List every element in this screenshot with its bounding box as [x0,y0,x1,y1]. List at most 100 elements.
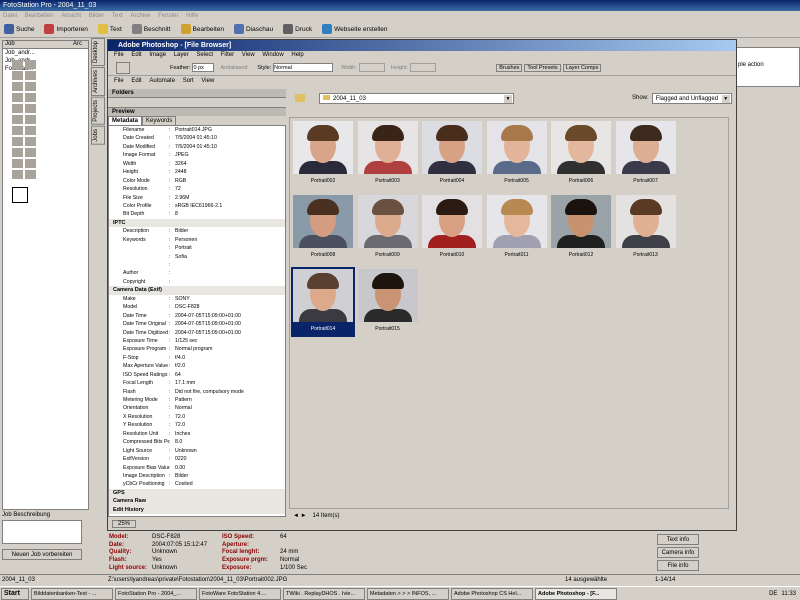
ps-menu-help[interactable]: Help [291,52,303,58]
marquee-icon[interactable] [12,60,23,69]
print-button[interactable]: Druck [283,24,312,34]
crop-tool-icon[interactable] [12,82,23,91]
thumbnail[interactable]: Portrait004 [420,119,484,189]
fb-menu-automate[interactable]: Automate [149,78,175,84]
brush-icon[interactable] [25,93,36,102]
thumbnail[interactable]: Portrait007 [614,119,678,189]
thumbnail[interactable]: Portrait014 [291,267,355,337]
palette-tab-brushes[interactable]: Brushes [496,63,523,72]
menu-bearbeiten[interactable]: Bearbeiten [25,13,54,19]
width-input[interactable] [358,63,385,72]
zoom-icon[interactable] [25,170,36,179]
menu-hilfe[interactable]: Hilfe [186,13,198,19]
menu-bilder[interactable]: Bilder [89,13,104,19]
hand-icon[interactable] [12,170,23,179]
new-job-button[interactable]: Neuen Job vorbereiten [2,549,82,560]
pen-icon[interactable] [12,148,23,157]
menu-datei[interactable]: Datei [3,13,17,19]
ps-menu-edit[interactable]: Edit [131,52,141,58]
eyedropper-icon[interactable] [25,159,36,168]
ps-menu-select[interactable]: Select [196,52,213,58]
marquee-tool-icon[interactable] [116,61,130,74]
import-button[interactable]: Importeren [44,24,88,34]
fb-menu-file[interactable]: File [114,78,124,84]
fb-menu-sort[interactable]: Sort [183,78,194,84]
thumbnail[interactable]: Portrait010 [420,193,484,263]
menu-archive[interactable]: Archive [130,13,150,19]
metadata-section[interactable]: GPS [109,488,285,498]
ps-menu-window[interactable]: Window [262,52,283,58]
thumbnail[interactable]: Portrait012 [549,193,613,263]
taskbar-item[interactable]: Metadaten > > > INFOS, ... [367,587,449,600]
edit-button[interactable]: Bearbeiten [180,24,224,34]
thumbnail[interactable]: Portrait005 [485,119,549,189]
thumbnail[interactable]: Portrait008 [291,193,355,263]
path-select-icon[interactable] [12,137,23,146]
taskbar-item-active[interactable]: Adobe Photoshop - [F... [535,587,617,600]
blur-icon[interactable] [12,126,23,135]
job-row[interactable]: Job_andr... [3,49,88,57]
tab-keywords[interactable]: Keywords [142,116,177,125]
ps-menu-layer[interactable]: Layer [174,52,189,58]
move-icon[interactable] [25,60,36,69]
folder-select[interactable]: 2004_11_03 ▼ [319,92,514,104]
metadata-section[interactable]: Edit History [109,505,285,515]
tab-jobs[interactable]: Jobs [91,125,105,145]
slideshow-button[interactable]: Diaschau [234,24,273,34]
col-job[interactable]: Job [3,41,73,48]
antialiased-checkbox[interactable]: Antialiased [220,65,247,71]
thumbnail[interactable]: Portrait009 [356,193,420,263]
preview-panel-header[interactable]: Preview [108,107,286,116]
show-select[interactable]: Flagged and Unflagged ▼ [651,92,732,104]
feather-input[interactable]: 0 px [192,63,215,72]
menu-ansicht[interactable]: Ansicht [61,13,81,19]
metadata-section[interactable]: IPTC [109,218,285,228]
dodge-icon[interactable] [25,126,36,135]
fb-menu-edit[interactable]: Edit [131,78,141,84]
col-arc[interactable]: Arc [73,41,82,48]
up-folder-icon[interactable] [295,94,305,102]
magic-wand-icon[interactable] [25,71,36,80]
taskbar-item[interactable]: FotoStation Pro - 2004_... [115,587,197,600]
type-icon[interactable] [25,137,36,146]
notes-icon[interactable] [12,159,23,168]
search-button[interactable]: Suche [4,24,34,34]
taskbar-item[interactable]: Adobe Photoshop CS Hel... [451,587,533,600]
slice-icon[interactable] [25,82,36,91]
palette-tab-tool-presets[interactable]: Tool Presets [524,63,561,72]
taskbar-item[interactable]: FotoWare FotoStation 4.... [199,587,281,600]
height-input[interactable] [410,63,437,72]
thumbnail[interactable]: Portrait015 [356,267,420,337]
file-info-button[interactable]: File info [657,560,699,571]
eraser-icon[interactable] [12,115,23,124]
camera-info-button[interactable]: Camera info [657,547,699,558]
style-select[interactable]: Normal [273,63,334,72]
taskbar-item[interactable]: Bilddatenbanken-Test - ... [31,587,113,600]
healing-icon[interactable] [12,93,23,102]
ps-menu-filter[interactable]: Filter [221,52,234,58]
ps-menu-view[interactable]: View [242,52,255,58]
web-button[interactable]: Webseite erstellen [322,24,387,34]
start-button[interactable]: Start [1,587,29,600]
gradient-icon[interactable] [25,115,36,124]
menu-text[interactable]: Text [112,13,123,19]
language-indicator[interactable]: DE [769,591,777,597]
text-info-button[interactable]: Text info [657,534,699,545]
crop-button[interactable]: Beschnitt [131,24,171,34]
stamp-icon[interactable] [12,104,23,113]
thumbnail[interactable]: Portrait002 [291,119,355,189]
metadata-section[interactable]: Camera Raw [109,497,285,506]
nav-arrows[interactable]: ◄ ► [293,513,307,519]
lasso-icon[interactable] [12,71,23,80]
tab-desktop[interactable]: Desktop [91,38,105,67]
palette-tab-layer-comps[interactable]: Layer Comps [562,63,602,72]
job-description-field[interactable] [2,520,82,544]
shape-icon[interactable] [25,148,36,157]
folders-panel-header[interactable]: Folders [108,89,286,98]
thumbnail[interactable]: Portrait013 [614,193,678,263]
ps-menu-image[interactable]: Image [149,52,166,58]
ps-menu-file[interactable]: File [114,52,124,58]
text-button[interactable]: Text [97,24,122,34]
menu-fenster[interactable]: Fenster [158,13,178,19]
fb-menu-view[interactable]: View [201,78,214,84]
